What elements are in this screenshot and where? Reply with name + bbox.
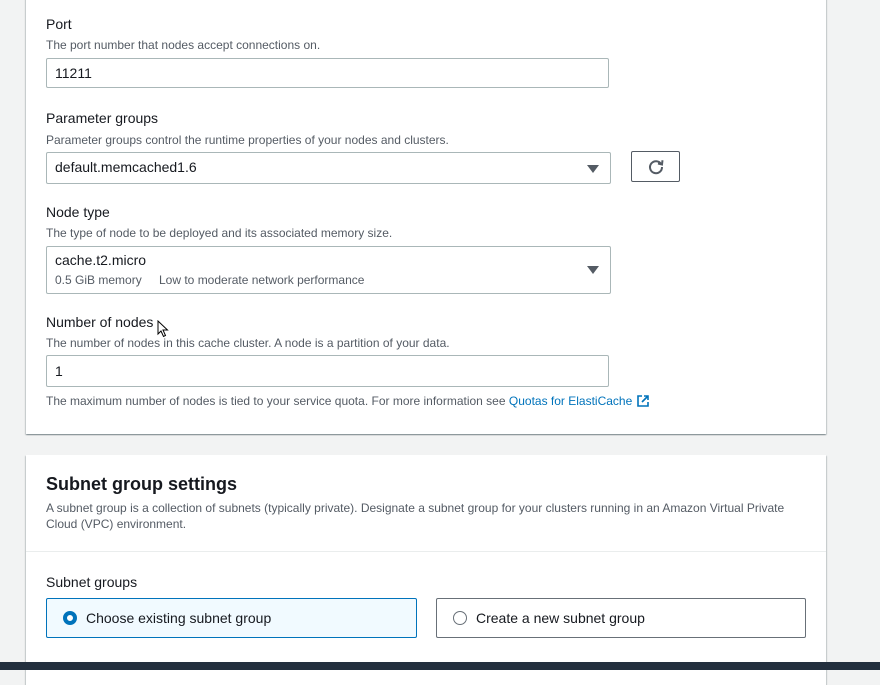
parameter-groups-description: Parameter groups control the runtime pro… [46, 133, 449, 147]
external-link-icon [637, 395, 650, 407]
cluster-settings-card: Port The port number that nodes accept c… [26, 0, 826, 434]
caret-down-icon [587, 165, 599, 173]
subnet-groups-label: Subnet groups [46, 574, 138, 590]
parameter-groups-label: Parameter groups [46, 110, 159, 126]
radio-selected-icon[interactable] [63, 611, 77, 625]
subnet-group-settings-card: Subnet group settings A subnet group is … [26, 455, 826, 685]
node-type-memory: 0.5 GiB memory [55, 273, 142, 287]
number-of-nodes-label: Number of nodes [46, 314, 154, 330]
quotas-link[interactable]: Quotas for ElastiCache [509, 394, 650, 408]
caret-down-icon [587, 266, 599, 274]
number-of-nodes-input[interactable]: 1 [46, 355, 609, 387]
choose-existing-subnet-group-option[interactable]: Choose existing subnet group [46, 598, 417, 638]
port-label: Port [46, 16, 72, 32]
parameter-groups-select[interactable]: default.memcached1.6 [46, 152, 611, 184]
node-type-description: The type of node to be deployed and its … [46, 226, 393, 240]
node-type-value: cache.t2.micro [55, 252, 147, 268]
create-new-subnet-group-label: Create a new subnet group [476, 610, 645, 626]
subnet-settings-description: A subnet group is a collection of subnet… [46, 501, 785, 531]
number-of-nodes-hint: The maximum number of nodes is tied to y… [46, 394, 650, 408]
parameter-groups-value: default.memcached1.6 [55, 159, 197, 175]
quota-hint-text: The maximum number of nodes is tied to y… [46, 394, 506, 408]
radio-unselected-icon[interactable] [453, 611, 467, 625]
subnet-settings-title: Subnet group settings [46, 474, 237, 494]
subnet-settings-header: Subnet group settings A subnet group is … [26, 455, 826, 552]
port-description: The port number that nodes accept connec… [46, 38, 321, 52]
refresh-icon [648, 159, 663, 174]
node-type-network: Low to moderate network performance [159, 273, 365, 287]
port-input[interactable]: 11211 [46, 58, 609, 88]
node-type-label: Node type [46, 204, 110, 220]
quotas-link-text: Quotas for ElastiCache [508, 394, 633, 408]
create-new-subnet-group-option[interactable]: Create a new subnet group [436, 598, 806, 638]
refresh-button[interactable] [631, 151, 680, 182]
number-of-nodes-description: The number of nodes in this cache cluste… [46, 336, 450, 350]
choose-existing-subnet-group-label: Choose existing subnet group [86, 610, 272, 626]
footer-bar [0, 662, 880, 670]
mouse-cursor-icon [157, 320, 169, 338]
node-type-select[interactable]: cache.t2.micro 0.5 GiB memory Low to mod… [46, 246, 611, 294]
